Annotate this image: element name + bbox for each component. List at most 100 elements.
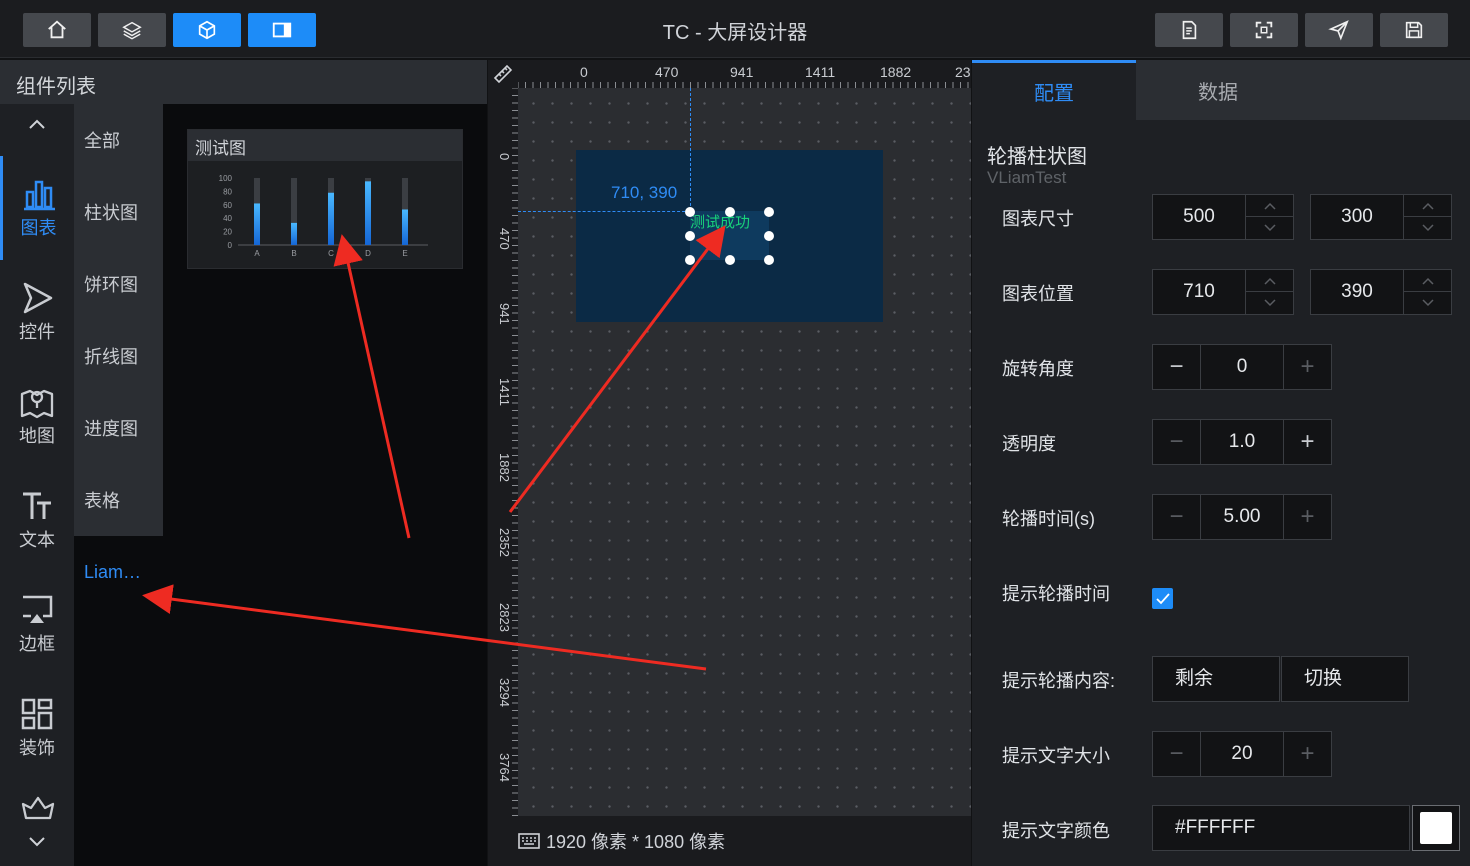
chevron-down-icon xyxy=(1264,299,1276,307)
map-icon xyxy=(20,389,54,419)
minus-button[interactable]: − xyxy=(1153,420,1201,464)
layers-button[interactable] xyxy=(98,13,166,47)
text-icon xyxy=(23,492,51,519)
component-id: VLiamTest xyxy=(987,168,1067,187)
subcategory-bar[interactable]: 柱状图 xyxy=(74,176,163,248)
color-input[interactable]: #FFFFFF xyxy=(1152,805,1410,851)
category-column: 图表 控件 地图 文本 边框 装饰 xyxy=(0,104,74,866)
preview-title: 测试图 xyxy=(188,130,462,161)
category-map[interactable]: 地图 xyxy=(0,364,74,468)
width-input[interactable]: 500 xyxy=(1152,194,1294,240)
option-switch[interactable]: 切换 xyxy=(1281,656,1409,702)
tab-config[interactable]: 配置 xyxy=(972,60,1136,120)
category-label: 装饰 xyxy=(19,738,55,758)
send-icon xyxy=(1328,20,1349,41)
minus-button[interactable]: − xyxy=(1153,345,1201,389)
decrement-button[interactable] xyxy=(1404,292,1452,314)
layers-icon xyxy=(122,21,142,40)
x-tick-label: A xyxy=(254,249,260,258)
y-input[interactable]: 390 xyxy=(1310,269,1452,315)
plus-button[interactable]: + xyxy=(1283,732,1331,776)
minus-button[interactable]: − xyxy=(1153,495,1201,539)
annotation-arrow xyxy=(508,225,726,513)
category-label: 文本 xyxy=(19,530,55,550)
subcategory-liam[interactable]: Liam… xyxy=(74,536,163,608)
subcategory-progress[interactable]: 进度图 xyxy=(74,392,163,464)
save-button[interactable] xyxy=(1380,13,1448,47)
fullscreen-icon xyxy=(1255,21,1273,39)
components-button[interactable] xyxy=(173,13,241,47)
font-size-value: 20 xyxy=(1231,743,1253,764)
opacity-label: 透明度 xyxy=(1002,434,1056,454)
y-tick-label: 20 xyxy=(223,228,232,237)
font-size-label: 提示文字大小 xyxy=(1002,746,1110,766)
scroll-up-button[interactable] xyxy=(25,114,49,139)
decrement-button[interactable] xyxy=(1404,217,1452,239)
x-tick-label: C xyxy=(328,249,334,258)
category-decoration[interactable]: 装饰 xyxy=(0,676,74,780)
interval-stepper[interactable]: − 5.00 + xyxy=(1152,494,1332,540)
canvas-status-bar: 1920 像素 * 1080 像素 xyxy=(488,816,971,866)
subcategory-column: 全部 柱状图 饼环图 折线图 进度图 表格 Liam… xyxy=(74,104,163,866)
position-label: 图表位置 xyxy=(1002,284,1074,304)
save-icon xyxy=(1405,21,1423,39)
category-text[interactable]: 文本 xyxy=(0,468,74,572)
x-value: 710 xyxy=(1183,281,1215,302)
play-outline-icon xyxy=(23,282,53,314)
category-chart[interactable]: 图表 xyxy=(0,156,74,260)
bar xyxy=(365,181,371,245)
tab-data[interactable]: 数据 xyxy=(1136,60,1300,120)
increment-button[interactable] xyxy=(1246,270,1294,292)
home-button[interactable] xyxy=(23,13,91,47)
bar xyxy=(291,222,297,245)
x-tick-label: E xyxy=(402,249,407,258)
content-label: 提示轮播内容: xyxy=(1002,671,1116,691)
config-panel-button[interactable] xyxy=(248,13,316,47)
decrement-button[interactable] xyxy=(1246,217,1294,239)
subcategory-all[interactable]: 全部 xyxy=(74,104,163,176)
subcategory-pie[interactable]: 饼环图 xyxy=(74,248,163,320)
y-tick-label: 40 xyxy=(223,214,232,223)
config-panel: 配置 数据 轮播柱状图 VLiamTest 图表尺寸 500 300 图表位置 … xyxy=(972,60,1470,866)
publish-button[interactable] xyxy=(1305,13,1373,47)
category-border[interactable]: 边框 xyxy=(0,572,74,676)
height-input[interactable]: 300 xyxy=(1310,194,1452,240)
component-preview-card[interactable]: 测试图 0 20 40 60 80 100 A B C D E xyxy=(187,129,463,269)
decrement-button[interactable] xyxy=(1246,292,1294,314)
increment-button[interactable] xyxy=(1246,195,1294,217)
option-remaining[interactable]: 剩余 xyxy=(1152,656,1280,702)
increment-button[interactable] xyxy=(1404,270,1452,292)
config-tabs: 配置 数据 xyxy=(972,60,1470,120)
font-size-stepper[interactable]: − 20 + xyxy=(1152,731,1332,777)
preview-bar-chart: 0 20 40 60 80 100 A B C D E xyxy=(219,174,428,258)
minus-button[interactable]: − xyxy=(1153,732,1201,776)
subcategory-table[interactable]: 表格 xyxy=(74,464,163,536)
plus-button[interactable]: + xyxy=(1283,345,1331,389)
bar xyxy=(402,209,408,245)
subcategory-line[interactable]: 折线图 xyxy=(74,320,163,392)
color-swatch-button[interactable] xyxy=(1412,805,1460,851)
increment-button[interactable] xyxy=(1404,195,1452,217)
border-frame-icon xyxy=(23,595,53,623)
plus-button[interactable]: + xyxy=(1283,495,1331,539)
show-time-checkbox[interactable] xyxy=(1152,588,1173,609)
chevron-down-icon xyxy=(1422,299,1434,307)
rotate-stepper[interactable]: − 0 + xyxy=(1152,344,1332,390)
bar xyxy=(254,203,260,245)
category-label: 边框 xyxy=(19,634,55,654)
screenshot-button[interactable] xyxy=(1230,13,1298,47)
design-canvas[interactable]: 710, 390 测试成功 0 470 941 1411 1882 23 0 47… xyxy=(488,60,971,816)
panel-title: 组件列表 xyxy=(0,60,487,104)
home-icon xyxy=(48,20,66,39)
plus-button[interactable]: + xyxy=(1283,420,1331,464)
y-tick-label: 80 xyxy=(223,187,232,196)
preview-button[interactable] xyxy=(1155,13,1223,47)
y-tick-label: 0 xyxy=(228,241,233,250)
bar-chart-icon xyxy=(23,180,55,211)
x-input[interactable]: 710 xyxy=(1152,269,1294,315)
category-control[interactable]: 控件 xyxy=(0,260,74,364)
scroll-down-button[interactable] xyxy=(25,832,49,857)
crown-icon[interactable] xyxy=(20,794,56,825)
component-name: 轮播柱状图 xyxy=(987,146,1087,168)
opacity-stepper[interactable]: − 1.0 + xyxy=(1152,419,1332,465)
